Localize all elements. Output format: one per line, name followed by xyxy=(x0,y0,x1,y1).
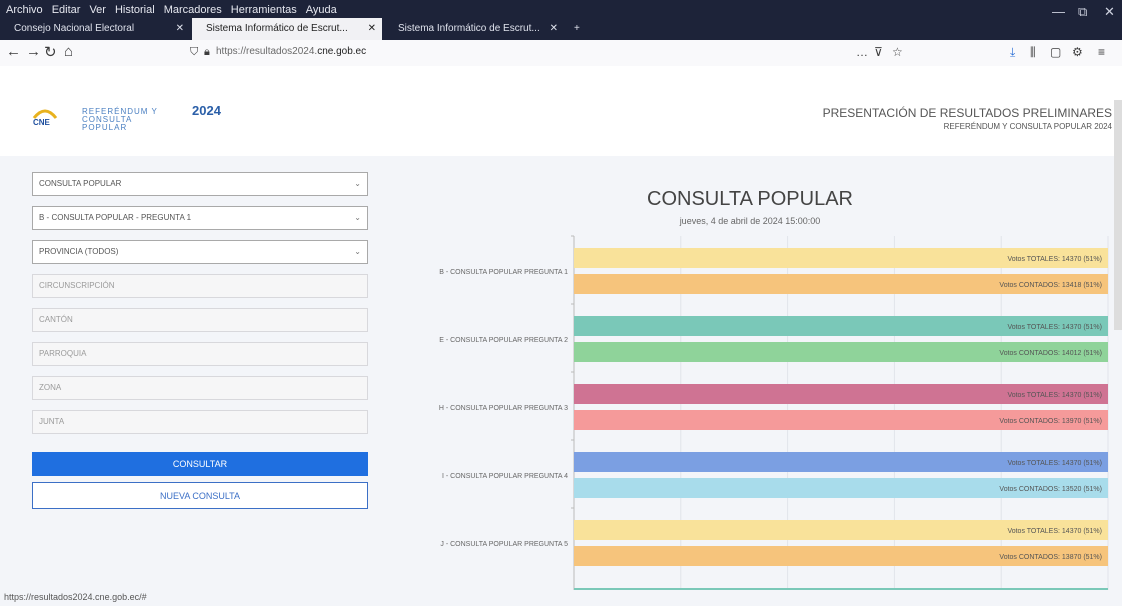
menu-marcadores[interactable]: Marcadores xyxy=(164,4,222,16)
back-icon[interactable]: ← xyxy=(6,43,21,60)
minimize-icon[interactable]: — xyxy=(1052,4,1065,19)
menu-bar: Archivo Editar Ver Historial Marcadores … xyxy=(6,4,337,16)
category-label: J - CONSULTA POPULAR PREGUNTA 5 xyxy=(440,541,568,548)
bar-data-label: Votos CONTADOS: 14012 (51%) xyxy=(999,350,1102,357)
page-actions-icon[interactable]: … xyxy=(856,45,868,59)
input-zona[interactable]: ZONA xyxy=(32,376,368,400)
category-label: H - CONSULTA POPULAR PREGUNTA 3 xyxy=(439,405,568,412)
extensions-icon[interactable]: ⚙ xyxy=(1072,45,1083,59)
page-header: CNE REFERÉNDUM Y CONSULTA POPULAR 2024 P… xyxy=(0,66,1122,156)
logo-text: REFERÉNDUM Y CONSULTA POPULAR xyxy=(82,107,158,132)
menu-archivo[interactable]: Archivo xyxy=(6,4,43,16)
close-tab-icon[interactable]: ✕ xyxy=(368,18,376,40)
page-scrollbar[interactable] xyxy=(1114,100,1122,330)
select-pregunta[interactable]: B - CONSULTA POPULAR - PREGUNTA 1 ⌄ xyxy=(32,206,368,230)
close-tab-icon[interactable]: ✕ xyxy=(176,18,184,40)
bar-data-label: Votos CONTADOS: 13970 (51%) xyxy=(999,418,1102,425)
close-tab-icon[interactable]: ✕ xyxy=(550,18,558,40)
category-label: I - CONSULTA POPULAR PREGUNTA 4 xyxy=(442,473,568,480)
tab-strip: Consejo Nacional Electoral ✕ Sistema Info… xyxy=(0,18,1122,40)
bar-data-label: Votos TOTALES: 14370 (51%) xyxy=(1007,324,1102,331)
pocket-icon[interactable]: ⊽ xyxy=(874,45,883,59)
input-junta[interactable]: JUNTA xyxy=(32,410,368,434)
menu-editar[interactable]: Editar xyxy=(52,4,81,16)
tab-sistema[interactable]: Sistema Informático de Escrut... ✕ xyxy=(384,18,564,40)
category-label: B - CONSULTA POPULAR PREGUNTA 1 xyxy=(439,269,568,276)
bar-data-label: Votos TOTALES: 14370 (51%) xyxy=(1007,392,1102,399)
main-content: CONSULTA POPULAR ⌄ B - CONSULTA POPULAR -… xyxy=(0,156,1122,590)
shield-icon[interactable]: ⛉ xyxy=(190,46,198,59)
chart-plot: Votos TOTALES: 14370 (51%) Votos CONTADOS… xyxy=(439,235,1109,590)
library-icon[interactable]: ⫼ xyxy=(1030,45,1036,60)
download-icon[interactable]: ⤓ xyxy=(1010,45,1015,60)
chevron-down-icon: ⌄ xyxy=(354,213,361,222)
navigation-bar: ← → ↻ ⌂ ⛉ 🔒︎ https://resultados2024.cne.… xyxy=(0,40,1122,67)
bar-data-label: Votos TOTALES: 14370 (51%) xyxy=(1007,460,1102,467)
browser-chrome: Archivo Editar Ver Historial Marcadores … xyxy=(0,0,1122,40)
category-label: E - CONSULTA POPULAR PREGUNTA 2 xyxy=(439,337,568,344)
input-canton[interactable]: CANTÓN xyxy=(32,308,368,332)
menu-ver[interactable]: Ver xyxy=(89,4,106,16)
results-chart: CONSULTA POPULAR jueves, 4 de abril de 2… xyxy=(380,156,1122,590)
menu-icon[interactable]: ≡ xyxy=(1098,45,1105,59)
new-tab-icon[interactable]: + xyxy=(568,18,592,40)
menu-ayuda[interactable]: Ayuda xyxy=(306,4,337,16)
header-subtitle-line: REFERÉNDUM Y CONSULTA POPULAR 2024 xyxy=(943,122,1112,131)
bar-data-label: Votos CONTADOS: 13870 (51%) xyxy=(999,554,1102,561)
header-title: PRESENTACIÓN DE RESULTADOS PRELIMINARES … xyxy=(823,106,1112,131)
home-icon[interactable]: ⌂ xyxy=(64,43,73,60)
bar-data-label: Votos CONTADOS: 13520 (51%) xyxy=(999,486,1102,493)
status-bar: https://resultados2024.cne.gob.ec/# xyxy=(0,590,1122,606)
cne-emblem-icon: CNE xyxy=(32,109,58,126)
lock-icon[interactable]: 🔒︎ xyxy=(204,46,210,59)
chevron-down-icon: ⌄ xyxy=(354,247,361,256)
menu-historial[interactable]: Historial xyxy=(115,4,155,16)
select-provincia[interactable]: PROVINCIA (TODOS) ⌄ xyxy=(32,240,368,264)
chevron-down-icon: ⌄ xyxy=(354,179,361,188)
url-field[interactable]: https://resultados2024.cne.gob.ec xyxy=(216,46,366,57)
select-dignidad[interactable]: CONSULTA POPULAR ⌄ xyxy=(32,172,368,196)
sidebar-icon[interactable]: ▢ xyxy=(1050,45,1061,59)
bar-data-label: Votos TOTALES: 14370 (51%) xyxy=(1007,256,1102,263)
status-url: https://resultados2024.cne.gob.ec/# xyxy=(4,592,147,602)
consultar-button[interactable]: CONSULTAR xyxy=(32,452,368,476)
input-parroquia[interactable]: PARROQUIA xyxy=(32,342,368,366)
bookmark-star-icon[interactable]: ☆ xyxy=(892,45,903,59)
header-title-line: PRESENTACIÓN DE RESULTADOS PRELIMINARES xyxy=(822,106,1112,120)
tab-sistema-active[interactable]: Sistema Informático de Escrut... ✕ xyxy=(192,18,382,40)
nueva-consulta-button[interactable]: NUEVA CONSULTA xyxy=(32,482,368,509)
forward-icon[interactable]: → xyxy=(26,43,41,60)
logo-year: 2024 xyxy=(192,103,221,118)
input-circunscripcion[interactable]: CIRCUNSCRIPCIÓN xyxy=(32,274,368,298)
reload-icon[interactable]: ↻ xyxy=(44,43,57,61)
bar-data-label: Votos CONTADOS: 13418 (51%) xyxy=(999,282,1102,289)
tab-consejo[interactable]: Consejo Nacional Electoral ✕ xyxy=(0,18,190,40)
bar-data-label: Votos TOTALES: 14370 (51%) xyxy=(1007,528,1102,535)
menu-herramientas[interactable]: Herramientas xyxy=(231,4,297,16)
svg-text:CNE: CNE xyxy=(33,118,51,126)
